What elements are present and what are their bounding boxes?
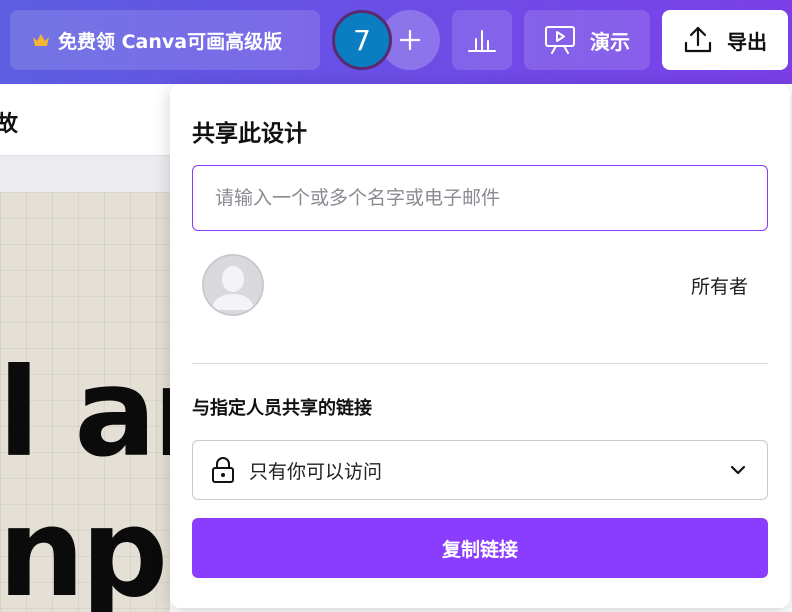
share-panel-title: 共享此设计 (192, 121, 307, 147)
presentation-icon (545, 26, 575, 54)
section-divider (192, 363, 768, 364)
canvas-top-strip (0, 156, 170, 192)
premium-trial-button[interactable]: 免费领 Canva可画高级版 (10, 10, 320, 70)
invite-people-input[interactable] (192, 165, 768, 231)
upload-icon (684, 26, 712, 53)
export-button[interactable]: 导出 (662, 10, 788, 70)
link-section-heading: 与指定人员共享的链接 (192, 398, 372, 419)
canvas-text-line-1: l ar (0, 342, 170, 484)
lock-icon (212, 457, 234, 483)
bar-chart-icon (468, 30, 496, 52)
link-access-value: 只有你可以访问 (249, 460, 383, 483)
editor-subbar: 故 (0, 84, 170, 156)
premium-trial-label: 免费领 Canva可画高级版 (58, 30, 283, 53)
insights-button[interactable] (452, 10, 512, 70)
share-panel: 共享此设计 所有者 与指定人员共享的链接 只有你可以访问 复制链接 (170, 84, 790, 608)
collaborator-count: 7 (353, 23, 371, 57)
present-button[interactable]: 演示 (524, 10, 650, 70)
subbar-text: 故 (0, 112, 19, 137)
top-toolbar: 免费领 Canva可画高级版 7 演示 导出 (0, 0, 792, 84)
plus-icon (399, 29, 421, 51)
canvas-text-line-2: nple (0, 482, 170, 612)
owner-avatar (202, 254, 264, 316)
crown-icon (33, 34, 49, 46)
chevron-down-icon (730, 465, 746, 475)
link-access-dropdown[interactable]: 只有你可以访问 (192, 440, 768, 500)
design-canvas[interactable]: l ar nple (0, 192, 170, 612)
person-silhouette-icon (202, 254, 264, 316)
export-label: 导出 (727, 29, 767, 54)
collaborator-avatar[interactable]: 7 (332, 10, 392, 70)
owner-role-label: 所有者 (690, 276, 748, 298)
present-label: 演示 (590, 29, 630, 54)
copy-link-button[interactable]: 复制链接 (192, 518, 768, 578)
